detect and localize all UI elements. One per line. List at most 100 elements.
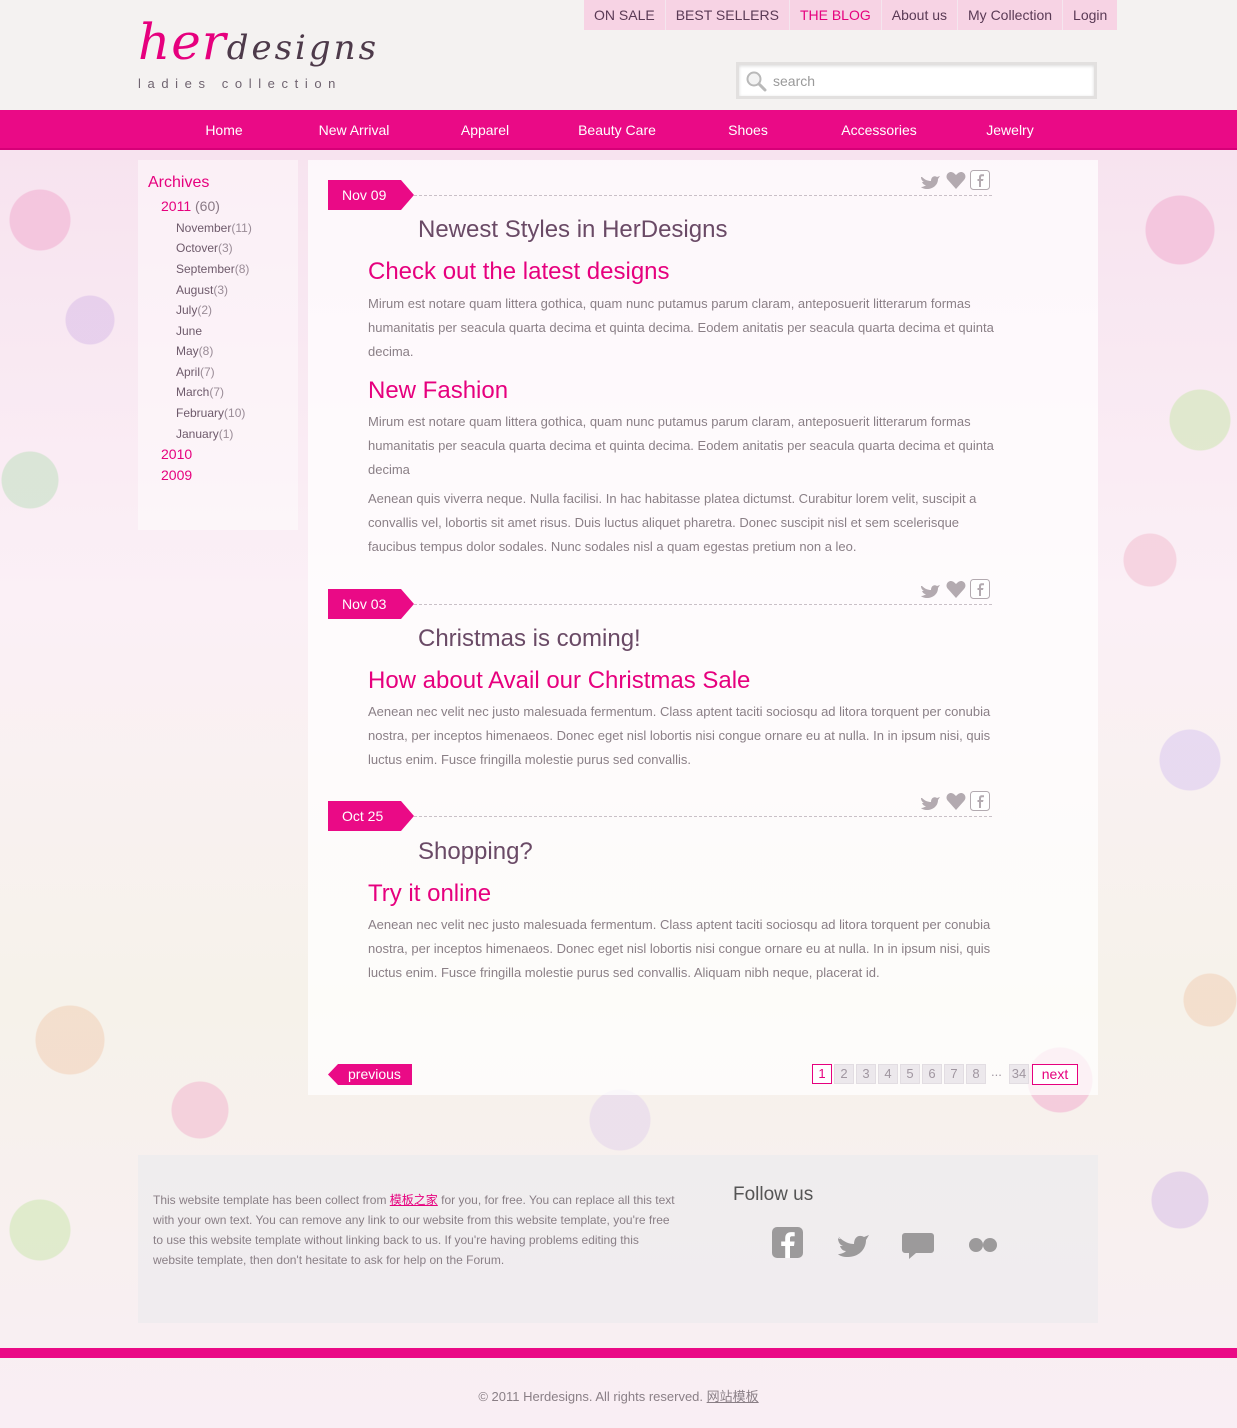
archive-month-count: (7) <box>200 365 215 379</box>
archive-month-january[interactable]: January(1) <box>176 427 233 441</box>
archive-month-count: (1) <box>218 427 234 441</box>
facebook-icon[interactable] <box>969 791 991 811</box>
page-last[interactable]: 34 <box>1009 1064 1029 1084</box>
post-paragraph: Aenean quis viverra neque. Nulla facilis… <box>368 491 977 554</box>
page-2[interactable]: 2 <box>834 1064 854 1084</box>
post-paragraph: Aenean nec velit nec justo malesuada fer… <box>368 704 991 767</box>
post-paragraph: Mirum est notare quam littera gothica, q… <box>368 296 994 359</box>
search-input[interactable] <box>773 71 1073 91</box>
archive-month-august[interactable]: August(3) <box>176 283 228 297</box>
facebook-icon[interactable] <box>969 579 991 599</box>
heart-icon[interactable] <box>945 792 967 812</box>
top-nav: ON SALE BEST SELLERS THE BLOG About us M… <box>584 0 1118 30</box>
top-nav-the-blog[interactable]: THE BLOG <box>788 0 881 30</box>
post-subheading: Try it online <box>368 880 492 907</box>
top-nav-best-sellers[interactable]: BEST SELLERS <box>664 0 789 30</box>
twitter-icon[interactable] <box>836 1228 872 1262</box>
post-title[interactable]: Shopping? <box>418 838 533 866</box>
logo-tagline: ladies collection <box>138 76 342 91</box>
twitter-icon[interactable] <box>920 580 942 600</box>
archive-month-november[interactable]: November(11) <box>176 221 252 235</box>
main-nav-new-arrival[interactable]: New Arrival <box>289 110 419 150</box>
previous-button[interactable]: previous <box>328 1064 412 1085</box>
archive-month-label: August <box>176 283 214 297</box>
archive-month-may[interactable]: May(8) <box>176 344 213 358</box>
footer-text-start: This website template has been collect f… <box>153 1193 390 1207</box>
post-date-tag: Nov 09 <box>328 180 414 210</box>
archive-year-2010[interactable]: 2010 <box>161 446 192 462</box>
top-nav-my-collection[interactable]: My Collection <box>957 0 1062 30</box>
page-5[interactable]: 5 <box>900 1064 920 1084</box>
top-nav-about-us[interactable]: About us <box>880 0 957 30</box>
heart-icon[interactable] <box>945 580 967 600</box>
main-nav-home[interactable]: Home <box>159 110 289 150</box>
archive-year-2011[interactable]: 2011 (60) <box>161 198 220 214</box>
logo[interactable]: herdesigns <box>138 14 379 76</box>
post-subheading: New Fashion <box>368 377 509 404</box>
post-title[interactable]: Christmas is coming! <box>418 625 641 653</box>
main-nav-accessories[interactable]: Accessories <box>814 110 944 150</box>
archive-month-june[interactable]: June <box>176 324 202 338</box>
archive-month-label: March <box>176 385 210 399</box>
post-date-tag: Nov 03 <box>328 589 414 619</box>
copyright-link[interactable]: 网站模板 <box>707 1389 759 1404</box>
archive-month-label: Octover <box>176 241 219 255</box>
heart-icon[interactable] <box>945 171 967 191</box>
main-nav-beauty-care[interactable]: Beauty Care <box>552 110 682 150</box>
twitter-icon[interactable] <box>920 171 942 191</box>
archive-month-march[interactable]: March(7) <box>176 385 224 399</box>
archive-month-label: July <box>176 303 198 317</box>
main-nav: Home New Arrival Apparel Beauty Care Sho… <box>0 110 1237 150</box>
page-ellipsis: ... <box>991 1064 1002 1079</box>
archive-year-label: 2011 <box>161 198 192 214</box>
archive-month-octover[interactable]: Octover(3) <box>176 241 233 255</box>
page-8[interactable]: 8 <box>966 1064 986 1084</box>
archive-month-count: (3) <box>218 241 233 255</box>
post-title[interactable]: Newest Styles in HerDesigns <box>418 216 727 244</box>
facebook-icon[interactable] <box>770 1226 806 1260</box>
main-nav-jewelry[interactable]: Jewelry <box>945 110 1075 150</box>
facebook-icon[interactable] <box>969 170 991 190</box>
footer-text: This website template has been collect f… <box>153 1190 678 1270</box>
archive-month-april[interactable]: April(7) <box>176 365 215 379</box>
archive-month-february[interactable]: February(10) <box>176 406 245 420</box>
copyright-text: © 2011 Herdesigns. All rights reserved. <box>478 1389 704 1404</box>
archive-month-label: May <box>176 344 199 358</box>
search-icon[interactable] <box>745 70 767 92</box>
archive-month-september[interactable]: September(8) <box>176 262 249 276</box>
archives-title: Archives <box>148 174 210 191</box>
top-nav-login[interactable]: Login <box>1062 0 1117 30</box>
archive-year-label: 2010 <box>161 446 193 462</box>
archive-month-label: June <box>176 324 203 338</box>
next-button[interactable]: next <box>1032 1064 1078 1085</box>
archive-month-count: (10) <box>224 406 246 420</box>
archive-month-count: (8) <box>234 262 250 276</box>
chat-icon[interactable] <box>900 1228 936 1262</box>
archive-month-label: February <box>176 406 225 420</box>
page-4[interactable]: 4 <box>878 1064 898 1084</box>
twitter-icon[interactable] <box>920 792 942 812</box>
search-box <box>736 62 1097 99</box>
copyright: © 2011 Herdesigns. All rights reserved. … <box>0 1386 1237 1405</box>
date-divider <box>414 816 992 817</box>
footer-template-link[interactable]: 模板之家 <box>390 1193 438 1207</box>
archive-month-july[interactable]: July(2) <box>176 303 212 317</box>
page-3[interactable]: 3 <box>856 1064 876 1084</box>
archive-month-count: (8) <box>198 344 214 358</box>
archive-year-2009[interactable]: 2009 <box>161 467 192 483</box>
top-nav-on-sale[interactable]: ON SALE <box>584 0 665 30</box>
post-date-tag: Oct 25 <box>328 801 414 831</box>
page-6[interactable]: 6 <box>922 1064 942 1084</box>
footer-accent-bar <box>0 1348 1237 1358</box>
date-divider <box>414 604 992 605</box>
archive-month-count: (11) <box>231 221 252 235</box>
main-nav-apparel[interactable]: Apparel <box>420 110 550 150</box>
archive-month-label: September <box>176 262 235 276</box>
archive-year-count: (60) <box>195 198 220 214</box>
archive-month-count: (2) <box>197 303 213 317</box>
date-divider <box>414 195 992 196</box>
main-nav-shoes[interactable]: Shoes <box>683 110 813 150</box>
page-1[interactable]: 1 <box>812 1064 832 1084</box>
page-7[interactable]: 7 <box>944 1064 964 1084</box>
flickr-icon[interactable] <box>965 1228 1001 1262</box>
